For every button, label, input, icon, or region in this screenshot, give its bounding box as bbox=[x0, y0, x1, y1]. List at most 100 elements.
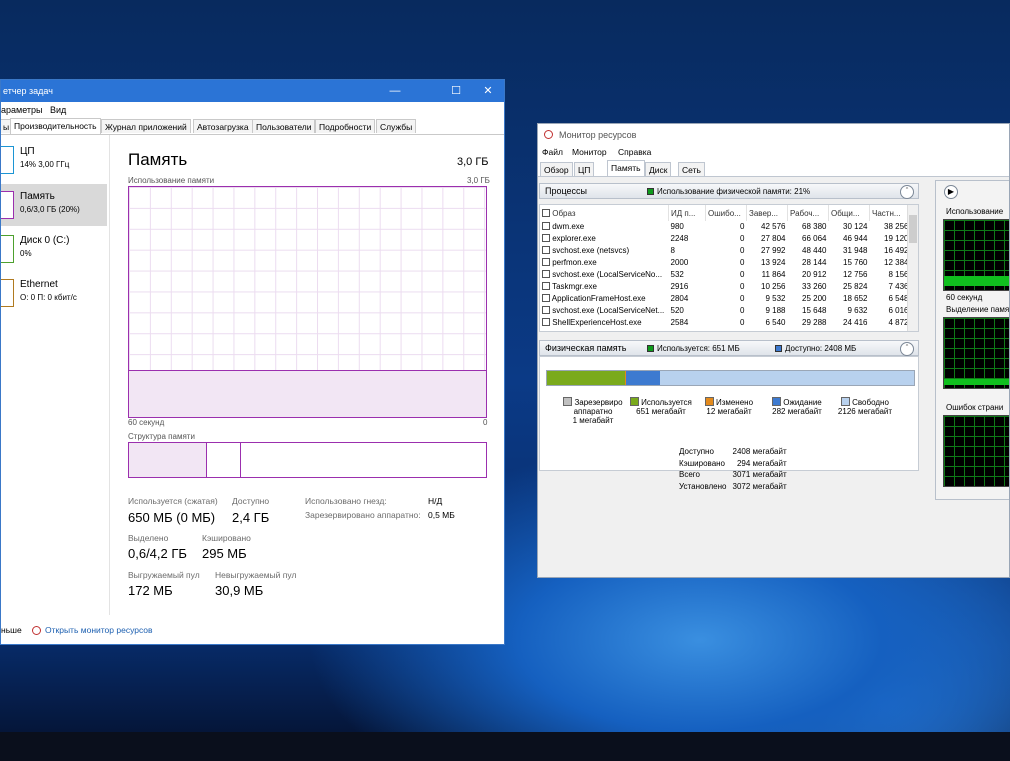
collapse-icon[interactable]: ˆ bbox=[900, 342, 914, 356]
menu-help[interactable]: Справка bbox=[618, 147, 651, 157]
col-pid[interactable]: ИД п... bbox=[668, 205, 706, 221]
row-checkbox[interactable] bbox=[542, 234, 550, 243]
row-checkbox[interactable] bbox=[542, 293, 550, 302]
table-row[interactable]: ApplicationFrameHost.exe 2804 0 9 532 25 200… bbox=[540, 292, 911, 304]
cell: 15 760 bbox=[843, 258, 868, 268]
tab-details[interactable]: Подробности bbox=[315, 119, 376, 133]
table-row[interactable]: svchost.exe (LocalServiceNet... 520 0 9 188… bbox=[540, 304, 911, 316]
section-title: Физическая память bbox=[545, 343, 627, 353]
stat-paged-value: 172 МБ bbox=[128, 583, 173, 598]
maximize-button[interactable]: ☐ bbox=[440, 80, 472, 102]
minimize-button[interactable]: — bbox=[379, 80, 411, 102]
select-all-checkbox[interactable] bbox=[542, 208, 550, 217]
cell: 20 912 bbox=[802, 270, 827, 279]
memory-structure-bar bbox=[128, 442, 487, 478]
sidebar-item-disk[interactable]: Диск 0 (C:) 0% bbox=[1, 228, 107, 270]
disk-thumbnail bbox=[1, 235, 14, 263]
col-image[interactable]: Образ bbox=[552, 209, 575, 218]
expand-arrow-icon[interactable]: ▶ bbox=[944, 185, 958, 199]
tab-overview[interactable]: Обзор bbox=[540, 162, 573, 176]
cell: 0 bbox=[740, 317, 745, 327]
col-working-set[interactable]: Рабоч... bbox=[787, 205, 829, 221]
tab-app-history[interactable]: Журнал приложений bbox=[101, 119, 191, 133]
legend-label: Изменено bbox=[715, 398, 754, 407]
table-row[interactable]: dwm.exe 980 0 42 576 68 380 30 124 38 256 bbox=[540, 221, 911, 233]
row-checkbox[interactable] bbox=[542, 270, 550, 278]
collapse-icon[interactable]: ˆ bbox=[900, 185, 914, 199]
stat-used-label: Используется (сжатая) bbox=[128, 496, 218, 506]
resource-monitor-window: Монитор ресурсов Файл Монитор Справка Об… bbox=[537, 123, 1010, 578]
physical-legend-used: Используется: 651 МБ bbox=[647, 344, 740, 353]
fewer-details-link[interactable]: ньше bbox=[1, 625, 22, 635]
tab-strip: ы Производительность Журнал приложений А… bbox=[1, 118, 504, 135]
title-bar: етчер задач — ☐ ✕ bbox=[1, 80, 504, 102]
tab-network[interactable]: Сеть bbox=[678, 162, 705, 176]
processes-header[interactable]: Процессы Использование физической памяти… bbox=[539, 183, 919, 199]
table-row[interactable]: perfmon.exe 2000 0 13 924 28 144 15 760 12 384 bbox=[540, 257, 911, 269]
stat-avail-value: 2,4 ГБ bbox=[232, 510, 270, 525]
legend-swatch bbox=[647, 345, 654, 352]
col-shareable[interactable]: Общи... bbox=[828, 205, 870, 221]
processes-scrollbar[interactable] bbox=[907, 205, 918, 331]
stat-slots-label: Использовано гнезд: bbox=[305, 496, 387, 506]
scroll-thumb[interactable] bbox=[909, 215, 917, 243]
table-row[interactable]: Taskmgr.exe 2916 0 10 256 33 260 25 824 7 436 bbox=[540, 280, 911, 292]
memory-total: 3,0 ГБ bbox=[457, 156, 489, 168]
legend-label: Зарезервиро аппаратно bbox=[573, 398, 623, 416]
tab-disk[interactable]: Диск bbox=[645, 162, 672, 176]
tab-startup[interactable]: Автозагрузка bbox=[193, 119, 253, 133]
stat-nonpaged-value: 30,9 МБ bbox=[215, 583, 264, 598]
row-checkbox[interactable] bbox=[542, 258, 550, 267]
legend-swatch bbox=[704, 397, 714, 406]
tab-users[interactable]: Пользователи bbox=[252, 119, 316, 133]
cell: 0 bbox=[740, 281, 745, 291]
row-checkbox[interactable] bbox=[542, 222, 550, 231]
open-resource-monitor-link[interactable]: Открыть монитор ресурсов bbox=[45, 625, 153, 635]
row-checkbox[interactable] bbox=[542, 317, 550, 326]
table-row[interactable]: explorer.exe 2248 0 27 804 66 064 46 944 19 12… bbox=[540, 233, 911, 245]
row-checkbox[interactable] bbox=[542, 305, 550, 314]
table-row[interactable]: ShellExperienceHost.exe 2584 0 6 540 29 288 2… bbox=[540, 316, 911, 328]
tab-cpu[interactable]: ЦП bbox=[574, 162, 595, 176]
physical-memory-header[interactable]: Физическая память Используется: 651 МБ Д… bbox=[539, 340, 919, 356]
sidebar-item-cpu[interactable]: ЦП 14% 3,00 ГГц bbox=[1, 139, 107, 181]
stat-used-value: 650 МБ (0 МБ) bbox=[128, 510, 216, 525]
legend-swatch bbox=[841, 397, 851, 406]
cell: 0 bbox=[740, 270, 745, 279]
cell: 0 bbox=[740, 305, 745, 315]
tab-performance[interactable]: Производительность bbox=[10, 118, 101, 134]
summary-value: 3072 мегабайт bbox=[732, 481, 787, 491]
legend-label: Ожидание bbox=[783, 398, 822, 407]
col-faults[interactable]: Ошибо... bbox=[705, 205, 747, 221]
cell: 7 436 bbox=[888, 281, 909, 291]
cell: 13 924 bbox=[761, 258, 786, 268]
col-private[interactable]: Частн... bbox=[869, 205, 911, 221]
legend-swatch bbox=[775, 345, 782, 352]
cell: 2000 bbox=[670, 258, 689, 268]
table-row[interactable]: svchost.exe (LocalServiceNo... 532 0 11 864… bbox=[540, 269, 911, 281]
table-row[interactable]: svchost.exe (netsvcs) 8 0 27 992 48 440 31 94… bbox=[540, 245, 911, 257]
process-name: ApplicationFrameHost.exe bbox=[550, 293, 646, 303]
row-checkbox[interactable] bbox=[542, 246, 550, 255]
stat-slots-value: Н/Д bbox=[428, 496, 443, 506]
process-name-cell: dwm.exe bbox=[540, 221, 669, 233]
close-button[interactable]: ✕ bbox=[472, 80, 504, 102]
menu-monitor[interactable]: Монитор bbox=[572, 147, 607, 157]
sidebar-item-sub: 14% 3,00 ГГц bbox=[20, 160, 70, 169]
sidebar-item-label: Ethernet bbox=[20, 279, 58, 290]
usage-graph-fill bbox=[944, 276, 1009, 286]
stat-paged-label: Выгружаемый пул bbox=[128, 570, 200, 580]
menu-view[interactable]: Вид bbox=[50, 105, 66, 115]
sidebar-item-ethernet[interactable]: Ethernet О: 0 П: 0 кбит/с bbox=[1, 272, 107, 314]
menu-options[interactable]: араметры bbox=[1, 105, 43, 115]
col-commit[interactable]: Завер... bbox=[746, 205, 788, 221]
menu-file[interactable]: Файл bbox=[542, 147, 563, 157]
structure-standby bbox=[206, 443, 241, 477]
sidebar-item-memory[interactable]: Память 0,6/3,0 ГБ (20%) bbox=[1, 184, 107, 226]
cell: 9 532 bbox=[765, 293, 786, 303]
row-checkbox[interactable] bbox=[542, 281, 550, 290]
sidebar-item-label: ЦП bbox=[20, 146, 35, 157]
tab-services[interactable]: Службы bbox=[376, 119, 417, 133]
cell: 2248 bbox=[670, 234, 689, 244]
tab-memory[interactable]: Память bbox=[607, 160, 645, 176]
